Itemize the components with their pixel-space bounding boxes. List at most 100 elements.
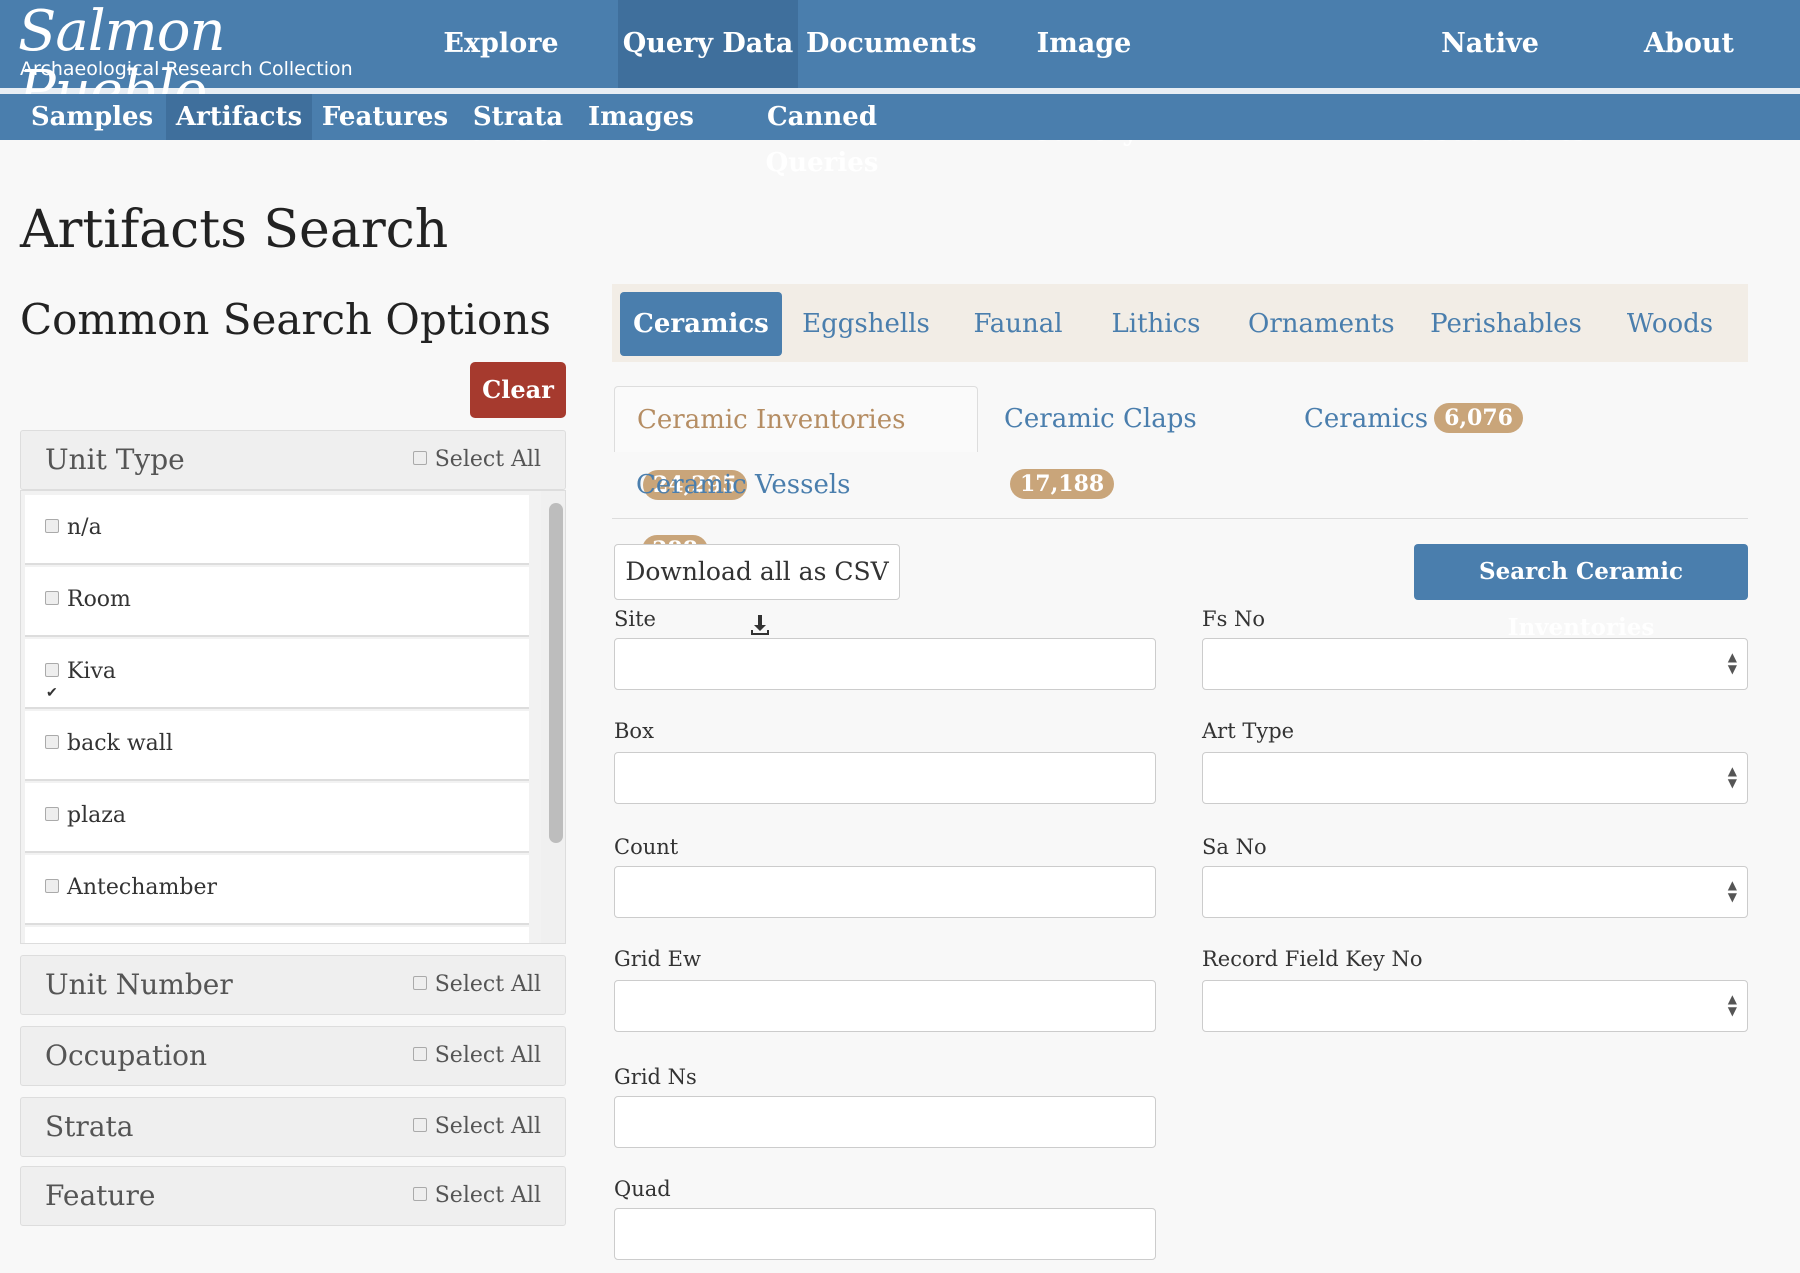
panel-title: Unit Type	[45, 443, 185, 476]
count-badge: 6,076	[1434, 403, 1523, 433]
panel-unit-number[interactable]: Unit Number Select All	[20, 955, 566, 1015]
panel-occupation[interactable]: Occupation Select All	[20, 1026, 566, 1086]
nav-query-data[interactable]: Query Data	[618, 0, 798, 88]
subtab-ceramics[interactable]: Ceramics 6,076	[1304, 386, 1524, 452]
box-field[interactable]	[614, 752, 1156, 804]
subtab-label: Ceramic Claps	[1004, 404, 1197, 434]
panel-title: Feature	[45, 1179, 156, 1212]
checkbox-icon[interactable]	[412, 451, 427, 465]
fs-no-field[interactable]: ▲ ▼	[1202, 638, 1748, 690]
tab-eggshells[interactable]: Eggshells	[800, 292, 932, 356]
checkbox-icon[interactable]	[412, 1118, 427, 1132]
tab-lithics[interactable]: Lithics	[1104, 292, 1208, 356]
select-all-strata[interactable]: Select All	[412, 1098, 541, 1156]
download-csv-button[interactable]: Download all as CSV	[614, 544, 900, 635]
list-item[interactable]: Antechamber	[25, 855, 529, 925]
subtab-ceramic-inventories[interactable]: Ceramic Inventories24,295	[614, 386, 978, 500]
list-item[interactable]: Room	[25, 567, 529, 637]
count-field[interactable]	[614, 866, 1156, 918]
panel-title: Occupation	[45, 1039, 208, 1072]
tab-divider	[612, 518, 1748, 519]
field-label-sa-no: Sa No	[1202, 835, 1267, 859]
checkbox-icon[interactable]	[45, 735, 59, 749]
select-all-label: Select All	[434, 972, 541, 997]
scrollbar[interactable]	[541, 491, 565, 943]
field-label-grid-ew: Grid Ew	[614, 947, 701, 971]
tab-faunal[interactable]: Faunal	[962, 292, 1074, 356]
grid-ew-field[interactable]	[614, 980, 1156, 1032]
record-field-key-no-field[interactable]: ▲ ▼	[1202, 980, 1748, 1032]
checkbox-checked-icon[interactable]	[45, 660, 59, 726]
spinner-icon[interactable]: ▲ ▼	[1728, 765, 1737, 789]
select-all-unit-number[interactable]: Select All	[412, 956, 541, 1014]
unit-type-list: n/a Room Kiva back wall plaza Antechambe…	[20, 490, 566, 944]
field-label-art-type: Art Type	[1202, 719, 1295, 743]
panel-title: Strata	[45, 1110, 134, 1143]
subnav-artifacts[interactable]: Artifacts	[166, 94, 312, 140]
checkbox-icon[interactable]	[412, 1187, 427, 1201]
scrollbar-thumb[interactable]	[549, 503, 563, 843]
unit-type-label: Kiva	[67, 659, 117, 684]
art-type-field[interactable]: ▲ ▼	[1202, 752, 1748, 804]
checkbox-icon[interactable]	[45, 591, 59, 605]
field-label-fs-no: Fs No	[1202, 607, 1266, 631]
spinner-icon[interactable]: ▲ ▼	[1728, 651, 1737, 675]
list-item[interactable]	[25, 927, 529, 943]
subnav-features[interactable]: Features	[318, 94, 452, 140]
subtab-ceramic-claps[interactable]: Ceramic Claps 17,188	[1004, 386, 1264, 499]
sa-no-field[interactable]: ▲ ▼	[1202, 866, 1748, 918]
grid-ns-field[interactable]	[614, 1096, 1156, 1148]
select-all-label: Select All	[434, 447, 541, 472]
subnav-images[interactable]: Images	[588, 94, 694, 140]
nav-documents[interactable]: Documents	[806, 0, 977, 88]
brand-logo[interactable]: Salmon Pueblo Archaeological Research Co…	[18, 0, 378, 122]
subnav-samples[interactable]: Samples	[26, 94, 158, 140]
tab-perishables[interactable]: Perishables	[1430, 292, 1582, 356]
select-all-occupation[interactable]: Select All	[412, 1027, 541, 1085]
list-item[interactable]: Kiva	[25, 639, 529, 726]
select-all-label: Select All	[434, 1114, 541, 1139]
list-item[interactable]: back wall	[25, 711, 529, 781]
checkbox-icon[interactable]	[412, 1047, 427, 1061]
nav-about[interactable]: About	[1636, 0, 1742, 88]
unit-type-label: back wall	[67, 731, 173, 756]
download-csv-label: Download all as CSV	[625, 557, 889, 586]
select-all-label: Select All	[434, 1183, 541, 1208]
subnav-strata[interactable]: Strata	[462, 94, 574, 140]
nav-native-descendants[interactable]: Native Descendants	[1362, 0, 1618, 147]
site-field[interactable]	[614, 638, 1156, 690]
clear-button[interactable]: Clear	[470, 362, 566, 418]
field-label-record-field-key-no: Record Field Key No	[1202, 947, 1423, 971]
checkbox-icon[interactable]	[45, 879, 59, 893]
panel-title: Unit Number	[45, 968, 233, 1001]
unit-type-label: n/a	[67, 515, 102, 540]
panel-feature[interactable]: Feature Select All	[20, 1166, 566, 1226]
tab-ornaments[interactable]: Ornaments	[1248, 292, 1395, 356]
select-all-feature[interactable]: Select All	[412, 1167, 541, 1225]
spinner-icon[interactable]: ▲ ▼	[1728, 993, 1737, 1017]
sidebar-heading: Common Search Options	[20, 295, 551, 344]
checkbox-icon[interactable]	[412, 976, 427, 990]
list-item[interactable]: plaza	[25, 783, 529, 853]
count-badge: 17,188	[1010, 469, 1115, 499]
subtab-ceramic-vessels[interactable]: Ceramic Vessels388	[636, 452, 916, 565]
panel-unit-type[interactable]: Unit Type Select All	[20, 430, 566, 490]
field-label-box: Box	[614, 719, 654, 743]
tab-woods[interactable]: Woods	[1618, 292, 1722, 356]
checkbox-icon[interactable]	[45, 807, 59, 821]
brand-subtitle: Archaeological Research Collection	[20, 58, 353, 80]
search-ceramic-inventories-button[interactable]: Search Ceramic Inventories	[1414, 544, 1748, 641]
checkbox-icon[interactable]	[45, 519, 59, 533]
unit-type-label: Antechamber	[67, 875, 218, 900]
tab-ceramics[interactable]: Ceramics	[620, 292, 782, 356]
subnav-canned-queries[interactable]: Canned Queries	[716, 94, 928, 178]
nav-image-gallery[interactable]: Image Gallery	[984, 0, 1184, 147]
spinner-icon[interactable]: ▲ ▼	[1728, 879, 1737, 903]
list-item[interactable]: n/a	[25, 495, 529, 565]
quad-field[interactable]	[614, 1208, 1156, 1260]
select-all-label: Select All	[434, 1043, 541, 1068]
subtab-label: Ceramic Inventories	[637, 405, 906, 435]
select-all-unit-type[interactable]: Select All	[412, 431, 541, 489]
nav-explore-pueblo[interactable]: Explore Pueblo	[396, 0, 606, 147]
panel-strata[interactable]: Strata Select All	[20, 1097, 566, 1157]
